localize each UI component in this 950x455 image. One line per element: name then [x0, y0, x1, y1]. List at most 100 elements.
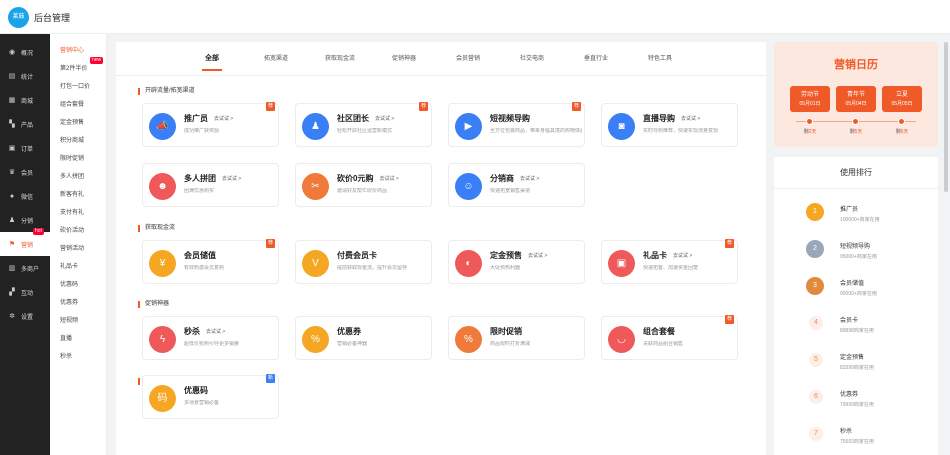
nav-item-shop[interactable]: ▦ 商城 — [0, 88, 50, 112]
tool-tag: 荐 — [572, 102, 581, 111]
coin-icon: ¥ — [149, 250, 176, 277]
try-link[interactable]: 去试试 > — [375, 115, 394, 122]
tool-card[interactable]: ϟ 秒杀 去试试 > 超低价抢购引导更多销量 — [142, 316, 279, 360]
nav-item-order[interactable]: ▣ 订单 — [0, 136, 50, 160]
nav-item-dashboard[interactable]: ◉ 概况 — [0, 40, 50, 64]
subnav-item[interactable]: 支付有礼 — [50, 204, 106, 222]
try-link[interactable]: 去试试 > — [214, 115, 233, 122]
tool-card[interactable]: V 付费会员卡 提前获取现金流，提升会员留存 — [295, 240, 432, 284]
nav-item-label: 分销 — [21, 218, 34, 225]
tab-7[interactable]: 特色工具 — [628, 42, 692, 76]
subnav-label: 限时促销 — [60, 156, 85, 162]
tool-name-text: 砍价0元购 — [337, 174, 374, 183]
tool-desc: 超低价抢购引导更多销量 — [184, 341, 240, 347]
bag-icon: ◡ — [608, 326, 635, 353]
nav-item-label: 营销 — [21, 242, 34, 249]
nav-item-flag[interactable]: ⚑ 营销 hot — [0, 228, 50, 256]
subnav-item[interactable]: 多人拼团 — [50, 168, 106, 186]
tool-name: 秒杀 去试试 > — [184, 326, 225, 337]
tool-card[interactable]: ☺ 分销商 去试试 > 快速拓宽销售渠道 — [448, 163, 585, 207]
app-logo[interactable]: 莱鼓 — [8, 7, 29, 28]
subnav-item[interactable]: 营销活动 — [50, 240, 106, 258]
section-title: 开辟流量/拓宽渠道 — [138, 88, 195, 95]
festival-card[interactable]: 青年节 05月04日 — [836, 86, 876, 112]
nav-item-store[interactable]: ▥ 多商户 — [0, 256, 50, 280]
ranking-row[interactable]: 4 会员卡 89898商家在用 — [774, 304, 938, 344]
page-scrollbar[interactable] — [944, 42, 948, 192]
try-link[interactable]: 去试试 > — [520, 175, 539, 182]
try-link[interactable]: 去试试 > — [673, 252, 692, 259]
subnav-item[interactable]: 限时促销 — [50, 150, 106, 168]
tool-card[interactable]: % 限时促销 商品限时打折满减 — [448, 316, 585, 360]
tab-1[interactable]: 拓宽渠道 — [244, 42, 308, 76]
tool-card[interactable]: ◐ 定金预售 去试试 > 大促预热利器 — [448, 240, 585, 284]
try-link[interactable]: 去试试 > — [379, 175, 398, 182]
subnav-item[interactable]: 优惠券 — [50, 294, 106, 312]
tool-card[interactable]: 码优惠码 多场景营销必备 新 — [142, 374, 279, 419]
nav-item-chart[interactable]: ▤ 统计 — [0, 64, 50, 88]
subnav-item[interactable]: 砍价活动 — [50, 222, 106, 240]
subnav-item[interactable]: 直播 — [50, 330, 106, 348]
shop-icon: ▦ — [8, 97, 16, 104]
ranking-row[interactable]: 3 会员储值 90000+商家在用 — [774, 267, 938, 307]
nav-item-gear[interactable]: ✲ 设置 — [0, 304, 50, 328]
festival-card[interactable]: 劳动节 05月01日 — [790, 86, 830, 112]
festival-date: 05月05日 — [891, 101, 913, 107]
discount-icon: % — [455, 326, 482, 353]
try-link[interactable]: 去试试 > — [222, 175, 241, 182]
nav-item-wechat[interactable]: ● 微信 — [0, 184, 50, 208]
coupon-icon: % — [302, 326, 329, 353]
subnav-label: 定金预售 — [60, 120, 85, 126]
nav-item-label: 商城 — [21, 98, 34, 105]
subnav-item[interactable]: 秒杀 — [50, 348, 106, 366]
subnav-item[interactable]: 组合套餐 — [50, 96, 106, 114]
tool-card[interactable]: 📣 推广员 去试试 > 成功推广获奖励 荐 — [142, 102, 279, 147]
rank-count: 89898商家在用 — [840, 328, 874, 334]
ranking-row[interactable]: 2 短视频导购 95000+商家在用 — [774, 230, 938, 270]
tab-3[interactable]: 促销神器 — [372, 42, 436, 76]
tab-6[interactable]: 垂直行业 — [564, 42, 628, 76]
festival-card[interactable]: 立夏 05月05日 — [882, 86, 922, 112]
rank-name: 秒杀 — [840, 429, 853, 435]
subnav-item[interactable]: 打包一口价 — [50, 78, 106, 96]
subnav-item[interactable]: 新客有礼 — [50, 186, 106, 204]
subnav-item[interactable]: 定金预售 — [50, 114, 106, 132]
subnav-item[interactable]: 短视频 — [50, 312, 106, 330]
try-link[interactable]: 去试试 > — [681, 115, 700, 122]
subnav-item[interactable]: 第2件半价 new — [50, 57, 106, 78]
tab-5[interactable]: 社交电商 — [500, 42, 564, 76]
nav-item-crown[interactable]: ♛ 会员 — [0, 160, 50, 184]
tool-card[interactable]: ☻ 多人拼团 去试试 > 团满优惠购买 — [142, 163, 279, 207]
ranking-row[interactable]: 1 推广员 100000+商家在用 — [774, 193, 938, 233]
nav-item-grid[interactable]: ▚ 产品 — [0, 112, 50, 136]
tool-card[interactable]: ▶ 短视频导购 全方位包装商品，带来身临其境的购物体验 荐 — [448, 102, 585, 147]
subnav-label: 第2件半价 — [60, 66, 88, 72]
try-link[interactable]: 去试试 > — [528, 252, 547, 259]
subnav-item[interactable]: 积分商城 — [50, 132, 106, 150]
tab-0[interactable]: 全部 — [180, 42, 244, 76]
tool-card[interactable]: % 优惠券 营销必备神器 — [295, 316, 432, 360]
ranking-row[interactable]: 7 秒杀 75593商家在用 — [774, 415, 938, 455]
tool-card[interactable]: ✂ 砍价0元购 去试试 > 邀请好友帮忙砍价商品 — [295, 163, 432, 207]
user-icon: ♟ — [8, 217, 16, 224]
subnav-item[interactable]: 优惠码 — [50, 276, 106, 294]
ranking-row[interactable]: 5 定金预售 83399商家在用 — [774, 341, 938, 381]
subnav-label: 积分商城 — [60, 138, 85, 144]
tool-card[interactable]: ◙ 直播导购 去试试 > 实时导购推荐，快速实现流量变现 — [601, 103, 738, 147]
tool-card[interactable]: ◡ 组合套餐 关联商品组合销售 荐 — [601, 315, 738, 360]
try-link[interactable]: 去试试 > — [206, 328, 225, 335]
nav-item-apps[interactable]: ▞ 互动 — [0, 280, 50, 304]
tool-name-text: 优惠码 — [184, 386, 208, 395]
tab-4[interactable]: 会员营销 — [436, 42, 500, 76]
tool-card[interactable]: ¥ 会员储值 有效刺激会员复购 荐 — [142, 239, 279, 284]
tool-card[interactable]: ♟ 社区团长 去试试 > 轻松开启社区运营新模式 荐 — [295, 102, 432, 147]
tool-tag: 荐 — [725, 315, 734, 324]
subnav-item[interactable]: 礼品卡 — [50, 258, 106, 276]
countdown: 剩6天 — [887, 128, 917, 135]
subnav-label: 多人拼团 — [60, 174, 85, 180]
subnav-label: 营销中心 — [60, 48, 85, 54]
rank-count: 79999商家在用 — [840, 402, 874, 408]
tool-card[interactable]: ▣ 礼品卡 去试试 > 快速拓客、加速资金回笼 荐 — [601, 239, 738, 284]
ranking-row[interactable]: 6 优惠券 79999商家在用 — [774, 378, 938, 418]
tab-2[interactable]: 获取现金流 — [308, 42, 372, 76]
